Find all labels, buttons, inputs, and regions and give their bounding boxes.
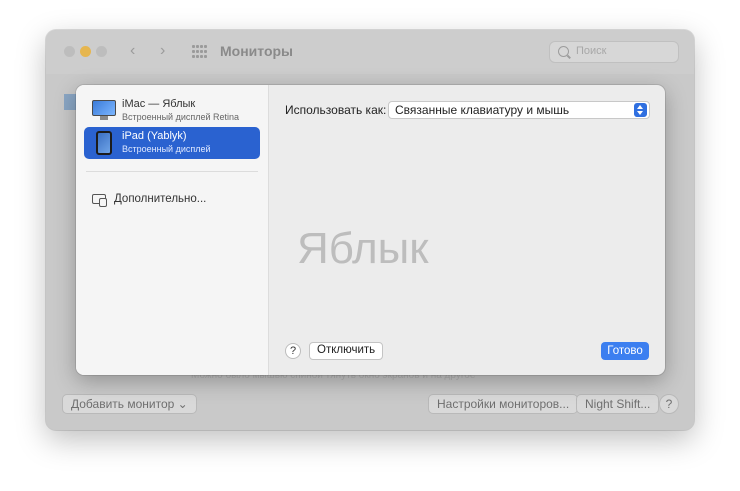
device-subtitle: Встроенный дисплей Retina: [122, 112, 240, 122]
back-arrow-icon[interactable]: ‹: [130, 42, 135, 60]
minimize-window-button[interactable]: [80, 46, 91, 57]
use-as-dropdown[interactable]: Связанные клавиатуру и мышь: [388, 101, 650, 119]
night-shift-button[interactable]: Night Shift...: [576, 394, 660, 414]
forward-arrow-icon[interactable]: ›: [160, 42, 165, 60]
device-name: iMac — Яблык: [122, 98, 196, 110]
use-as-value: Связанные клавиатуру и мышь: [395, 103, 570, 117]
use-as-label: Использовать как:: [285, 103, 387, 117]
monitor-settings-button[interactable]: Настройки мониторов...: [428, 394, 579, 414]
display-settings-sheet: iMac — Яблык Встроенный дисплей Retina i…: [76, 85, 665, 375]
zoom-window-button[interactable]: [96, 46, 107, 57]
window-title: Мониторы: [220, 43, 294, 59]
devices-sidebar: iMac — Яблык Встроенный дисплей Retina i…: [76, 85, 269, 375]
show-all-grid-icon[interactable]: [192, 45, 208, 59]
displays-icon-secondary: [99, 198, 107, 207]
disconnect-button[interactable]: Отключить: [309, 342, 384, 360]
sidebar-separator: [86, 171, 258, 172]
imac-stand: [100, 116, 108, 120]
search-icon: [558, 46, 569, 57]
device-item-imac[interactable]: iMac — Яблык Встроенный дисплей Retina: [84, 95, 260, 127]
title-bar: ‹ › Мониторы Поиск: [46, 30, 694, 74]
search-placeholder: Поиск: [576, 45, 607, 57]
device-item-ipad[interactable]: iPad (Yablyk) Встроенный дисплей: [84, 127, 260, 159]
yablyk-watermark: Яблык: [297, 224, 429, 273]
imac-icon: [92, 100, 116, 116]
done-button[interactable]: Готово: [601, 342, 649, 360]
help-button[interactable]: ?: [285, 343, 301, 359]
device-subtitle: Встроенный дисплей: [122, 144, 211, 154]
search-field[interactable]: Поиск: [549, 41, 679, 63]
window-help-button[interactable]: ?: [659, 394, 679, 414]
close-window-button[interactable]: [64, 46, 75, 57]
advanced-button[interactable]: Дополнительно...: [114, 193, 206, 205]
add-monitor-button[interactable]: Добавить монитор ⌄: [62, 394, 197, 414]
device-name: iPad (Yablyk): [122, 130, 187, 142]
updown-chevron-icon: [634, 103, 647, 117]
ipad-icon: [96, 131, 112, 155]
